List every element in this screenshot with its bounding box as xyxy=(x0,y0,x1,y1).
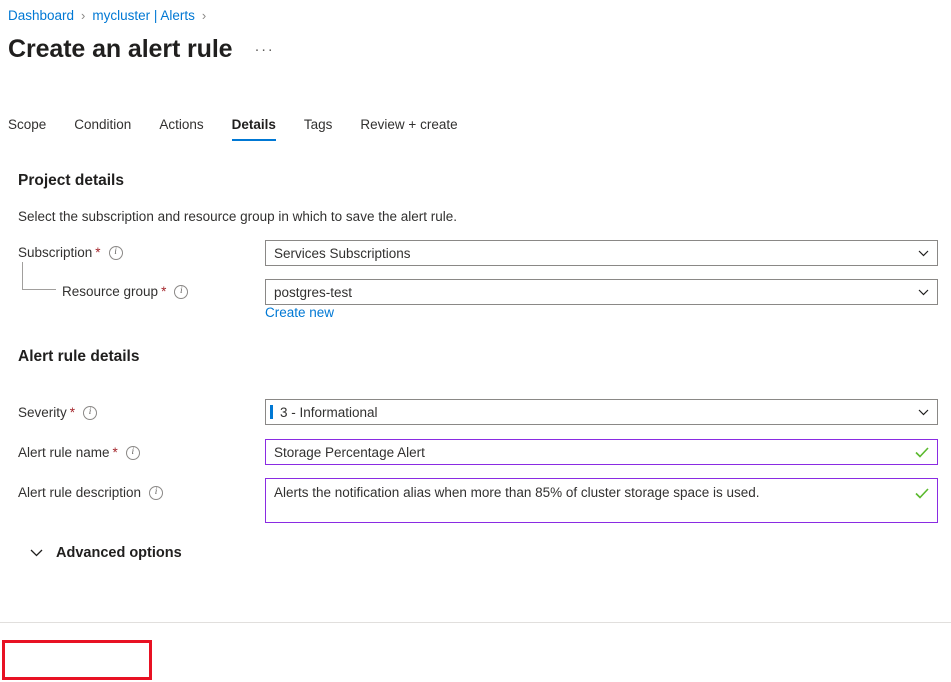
create-new-resource-group-link[interactable]: Create new xyxy=(265,305,334,320)
wizard-tabs: Scope Condition Actions Details Tags Rev… xyxy=(8,117,458,147)
tab-review-create[interactable]: Review + create xyxy=(360,117,457,141)
alert-rule-description-value: Alerts the notification alias when more … xyxy=(274,484,907,502)
page-title: Create an alert rule xyxy=(8,33,233,65)
info-icon[interactable]: i xyxy=(174,285,188,299)
chevron-down-icon xyxy=(909,250,937,257)
resource-group-label: Resource group xyxy=(62,284,158,299)
alert-rule-name-value: Storage Percentage Alert xyxy=(274,445,907,460)
subscription-value: Services Subscriptions xyxy=(274,246,909,261)
info-icon[interactable]: i xyxy=(149,486,163,500)
resource-group-label-group: Resource group * i xyxy=(62,284,188,299)
more-options-ellipsis-icon[interactable]: ··· xyxy=(255,32,275,66)
chevron-down-icon xyxy=(909,289,937,296)
tab-condition[interactable]: Condition xyxy=(74,117,131,141)
alert-rule-name-label: Alert rule name xyxy=(18,445,110,460)
valid-check-icon xyxy=(907,447,937,458)
alert-rule-details-heading: Alert rule details xyxy=(18,348,139,366)
subscription-required-marker: * xyxy=(95,246,100,260)
advanced-options-toggle[interactable]: Advanced options xyxy=(28,545,182,561)
project-details-heading: Project details xyxy=(18,172,124,190)
alert-rule-description-textarea[interactable]: Alerts the notification alias when more … xyxy=(265,478,938,523)
chevron-down-icon xyxy=(909,409,937,416)
subscription-label-group: Subscription * i xyxy=(18,245,123,260)
chevron-down-icon xyxy=(28,545,44,561)
alert-rule-description-label: Alert rule description xyxy=(18,485,141,500)
breadcrumb-mycluster-alerts[interactable]: mycluster | Alerts xyxy=(92,8,195,23)
severity-dropdown[interactable]: 3 - Informational xyxy=(265,399,938,425)
info-icon[interactable]: i xyxy=(126,446,140,460)
tab-scope[interactable]: Scope xyxy=(8,117,46,141)
alert-rule-name-input[interactable]: Storage Percentage Alert xyxy=(265,439,938,465)
resource-group-required-marker: * xyxy=(161,285,166,299)
advanced-options-label: Advanced options xyxy=(56,545,182,561)
info-icon[interactable]: i xyxy=(109,246,123,260)
alert-rule-description-label-group: Alert rule description i xyxy=(18,485,163,500)
subscription-label: Subscription xyxy=(18,245,92,260)
info-icon[interactable]: i xyxy=(83,406,97,420)
resource-group-dropdown[interactable]: postgres-test xyxy=(265,279,938,305)
tab-details[interactable]: Details xyxy=(232,117,276,141)
severity-required-marker: * xyxy=(70,406,75,420)
tab-actions[interactable]: Actions xyxy=(159,117,203,141)
alert-rule-name-required-marker: * xyxy=(113,446,118,460)
tab-tags[interactable]: Tags xyxy=(304,117,333,141)
breadcrumb: Dashboard › mycluster | Alerts › xyxy=(8,8,213,23)
alert-rule-name-label-group: Alert rule name * i xyxy=(18,445,140,460)
resource-group-tree-connector xyxy=(22,262,56,290)
breadcrumb-separator-icon: › xyxy=(202,8,206,23)
alert-rule-create-page: Dashboard › mycluster | Alerts › Create … xyxy=(0,0,951,682)
resource-group-value: postgres-test xyxy=(274,285,909,300)
project-details-description: Select the subscription and resource gro… xyxy=(18,209,457,224)
severity-label-group: Severity * i xyxy=(18,405,97,420)
severity-color-swatch xyxy=(270,405,273,419)
footer-bar: Review + create Previous Next: Tags > xyxy=(0,623,951,682)
breadcrumb-dashboard[interactable]: Dashboard xyxy=(8,8,74,23)
breadcrumb-separator-icon: › xyxy=(81,8,85,23)
severity-value: 3 - Informational xyxy=(280,405,909,420)
title-row: Create an alert rule ··· xyxy=(8,32,274,66)
valid-check-icon xyxy=(907,484,937,502)
severity-label: Severity xyxy=(18,405,67,420)
subscription-dropdown[interactable]: Services Subscriptions xyxy=(265,240,938,266)
